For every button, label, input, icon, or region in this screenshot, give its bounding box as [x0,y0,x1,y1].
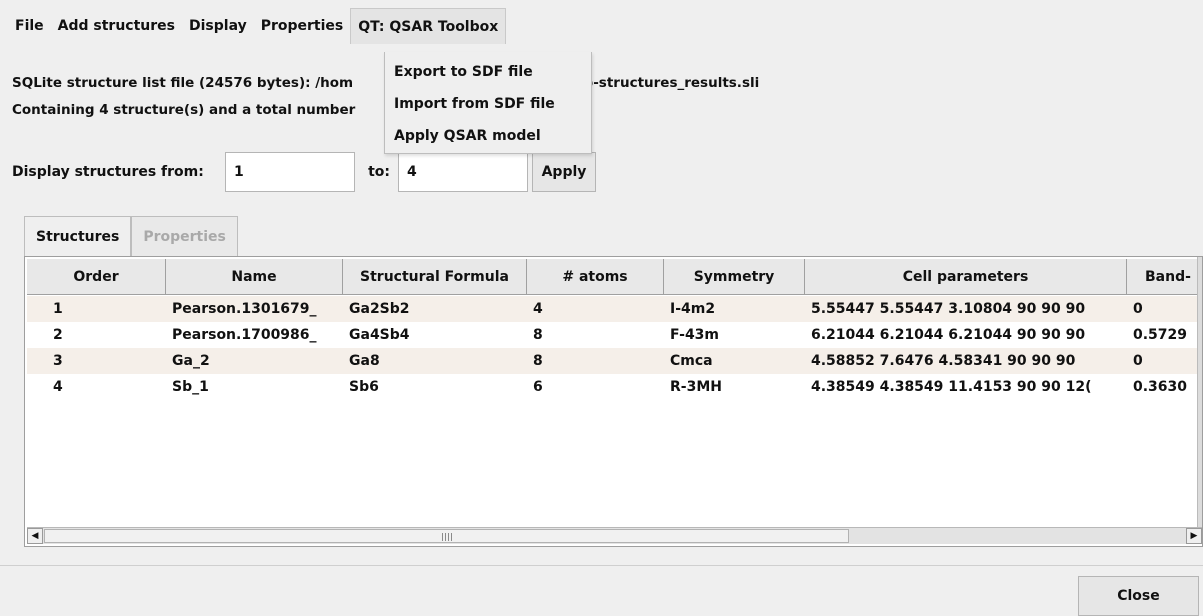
menu-import-sdf[interactable]: Import from SDF file [385,88,591,120]
cell-order: 2 [53,327,63,343]
from-label: Display structures from: [12,164,204,180]
col-header-cell-parameters[interactable]: Cell parameters [805,259,1127,295]
arrow-right-icon[interactable]: ▶ [1186,528,1202,544]
footer-separator [0,565,1203,566]
cell-name: Ga_2 [172,353,210,369]
menu-file[interactable]: File [8,8,51,44]
cell-formula: Ga8 [349,353,380,369]
cell-cell-parameters: 6.21044 6.21044 6.21044 90 90 90 [811,327,1086,343]
cell-band: 0 [1133,353,1143,369]
menu-add-structures[interactable]: Add structures [51,8,182,44]
cell-formula: Sb6 [349,379,379,395]
cell-formula: Ga2Sb2 [349,301,410,317]
tab-properties[interactable]: Properties [131,216,238,256]
cell-order: 1 [53,301,63,317]
table-row[interactable]: 3 Ga_2 Ga8 8 Cmca 4.58852 7.6476 4.58341… [27,348,1197,374]
cell-cell-parameters: 4.38549 4.38549 11.4153 90 90 12( [811,379,1092,395]
table-row[interactable]: 2 Pearson.1700986_ Ga4Sb4 8 F-43m 6.2104… [27,322,1197,348]
vertical-scrollbar[interactable] [1197,257,1202,527]
scroll-thumb[interactable] [44,529,849,543]
table-row[interactable]: 4 Sb_1 Sb6 6 R-3MH 4.38549 4.38549 11.41… [27,374,1197,400]
cell-atoms: 8 [533,327,543,343]
to-label: to: [368,164,390,180]
to-input[interactable]: 4 [398,152,528,192]
menubar: File Add structures Display Properties Q… [0,0,1203,52]
cell-symmetry: F-43m [670,327,720,343]
cell-cell-parameters: 4.58852 7.6476 4.58341 90 90 90 [811,353,1076,369]
col-header-band[interactable]: Band- [1127,259,1197,295]
table-header: Order Name Structural Formula # atoms Sy… [27,259,1197,295]
cell-order: 4 [53,379,63,395]
cell-order: 3 [53,353,63,369]
cell-symmetry: R-3MH [670,379,722,395]
grip-icon [441,533,452,541]
display-range-row: Display structures from: 1 to: 4 Apply [12,152,596,192]
qsar-dropdown-menu: Export to SDF file Import from SDF file … [384,52,592,154]
col-header-order[interactable]: Order [27,259,166,295]
cell-name: Pearson.1301679_ [172,301,317,317]
menu-export-sdf[interactable]: Export to SDF file [385,56,591,88]
cell-formula: Ga4Sb4 [349,327,410,343]
col-header-atoms[interactable]: # atoms [527,259,664,295]
cell-band: 0.5729 [1133,327,1188,343]
cell-band: 0 [1133,301,1143,317]
horizontal-scrollbar[interactable]: ◀ ▶ [27,527,1202,544]
file-info-prefix: SQLite structure list file (24576 bytes)… [12,75,354,91]
from-input[interactable]: 1 [225,152,355,192]
menu-apply-qsar-model[interactable]: Apply QSAR model [385,120,591,152]
cell-symmetry: Cmca [670,353,713,369]
tab-bar: Structures Properties [24,216,238,256]
cell-atoms: 8 [533,353,543,369]
cell-atoms: 6 [533,379,543,395]
col-header-formula[interactable]: Structural Formula [343,259,527,295]
col-header-symmetry[interactable]: Symmetry [664,259,805,295]
structures-table: Order Name Structural Formula # atoms Sy… [24,256,1203,547]
cell-atoms: 4 [533,301,543,317]
table-row[interactable]: 1 Pearson.1301679_ Ga2Sb2 4 I-4m2 5.5544… [27,296,1197,322]
menu-qsar-toolbox[interactable]: QT: QSAR Toolbox [350,8,507,44]
cell-band: 0.3630 [1133,379,1188,395]
table-body: 1 Pearson.1301679_ Ga2Sb2 4 I-4m2 5.5544… [27,296,1197,400]
col-header-name[interactable]: Name [166,259,343,295]
apply-button[interactable]: Apply [532,152,596,192]
cell-name: Sb_1 [172,379,209,395]
arrow-left-icon[interactable]: ◀ [27,528,43,544]
cell-name: Pearson.1700986_ [172,327,317,343]
close-button[interactable]: Close [1078,576,1199,616]
cell-cell-parameters: 5.55447 5.55447 3.10804 90 90 90 [811,301,1086,317]
tab-structures[interactable]: Structures [24,216,132,256]
menu-display[interactable]: Display [182,8,254,44]
menu-properties[interactable]: Properties [254,8,351,44]
structure-count-line: Containing 4 structure(s) and a total nu… [12,102,356,118]
cell-symmetry: I-4m2 [670,301,716,317]
